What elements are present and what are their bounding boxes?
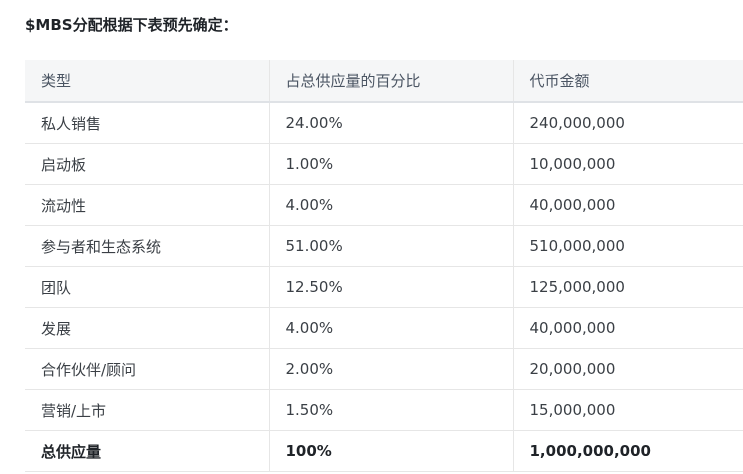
cell-percent: 4.00%	[268, 307, 513, 349]
cell-percent: 4.00%	[268, 184, 513, 226]
cell-type: 流动性	[25, 184, 269, 226]
cell-percent: 100%	[268, 430, 513, 472]
table-row: 私人销售 24.00% 240,000,000	[25, 102, 743, 144]
cell-amount: 15,000,000	[512, 389, 743, 431]
cell-type: 发展	[25, 307, 269, 349]
cell-amount: 40,000,000	[512, 184, 743, 226]
section-heading: $MBS分配根据下表预先确定：	[25, 16, 238, 34]
table-row: 团队 12.50% 125,000,000	[25, 266, 743, 308]
table-row: 营销/上市 1.50% 15,000,000	[25, 389, 743, 431]
table-total-row: 总供应量 100% 1,000,000,000	[25, 430, 743, 472]
cell-amount: 240,000,000	[512, 102, 743, 144]
table-row: 发展 4.00% 40,000,000	[25, 307, 743, 349]
table-header-row: 类型 占总供应量的百分比 代币金额	[25, 60, 743, 103]
column-header-percent: 占总供应量的百分比	[268, 60, 513, 103]
cell-percent: 2.00%	[268, 348, 513, 390]
table-row: 启动板 1.00% 10,000,000	[25, 143, 743, 185]
cell-percent: 1.00%	[268, 143, 513, 185]
cell-type: 团队	[25, 266, 269, 308]
cell-amount: 1,000,000,000	[512, 430, 743, 472]
cell-type: 私人销售	[25, 102, 269, 144]
cell-amount: 20,000,000	[512, 348, 743, 390]
column-header-amount: 代币金额	[512, 60, 743, 103]
cell-amount: 40,000,000	[512, 307, 743, 349]
cell-percent: 1.50%	[268, 389, 513, 431]
cell-type: 启动板	[25, 143, 269, 185]
cell-percent: 51.00%	[268, 225, 513, 267]
column-header-type: 类型	[25, 60, 269, 103]
cell-amount: 10,000,000	[512, 143, 743, 185]
cell-type: 合作伙伴/顾问	[25, 348, 269, 390]
cell-type: 参与者和生态系统	[25, 225, 269, 267]
table-row: 流动性 4.00% 40,000,000	[25, 184, 743, 226]
cell-percent: 12.50%	[268, 266, 513, 308]
cell-amount: 125,000,000	[512, 266, 743, 308]
table-row: 参与者和生态系统 51.00% 510,000,000	[25, 225, 743, 267]
allocation-table: 类型 占总供应量的百分比 代币金额 私人销售 24.00% 240,000,00…	[25, 60, 743, 472]
cell-type: 总供应量	[25, 430, 269, 472]
cell-percent: 24.00%	[268, 102, 513, 144]
cell-amount: 510,000,000	[512, 225, 743, 267]
table-row: 合作伙伴/顾问 2.00% 20,000,000	[25, 348, 743, 390]
cell-type: 营销/上市	[25, 389, 269, 431]
